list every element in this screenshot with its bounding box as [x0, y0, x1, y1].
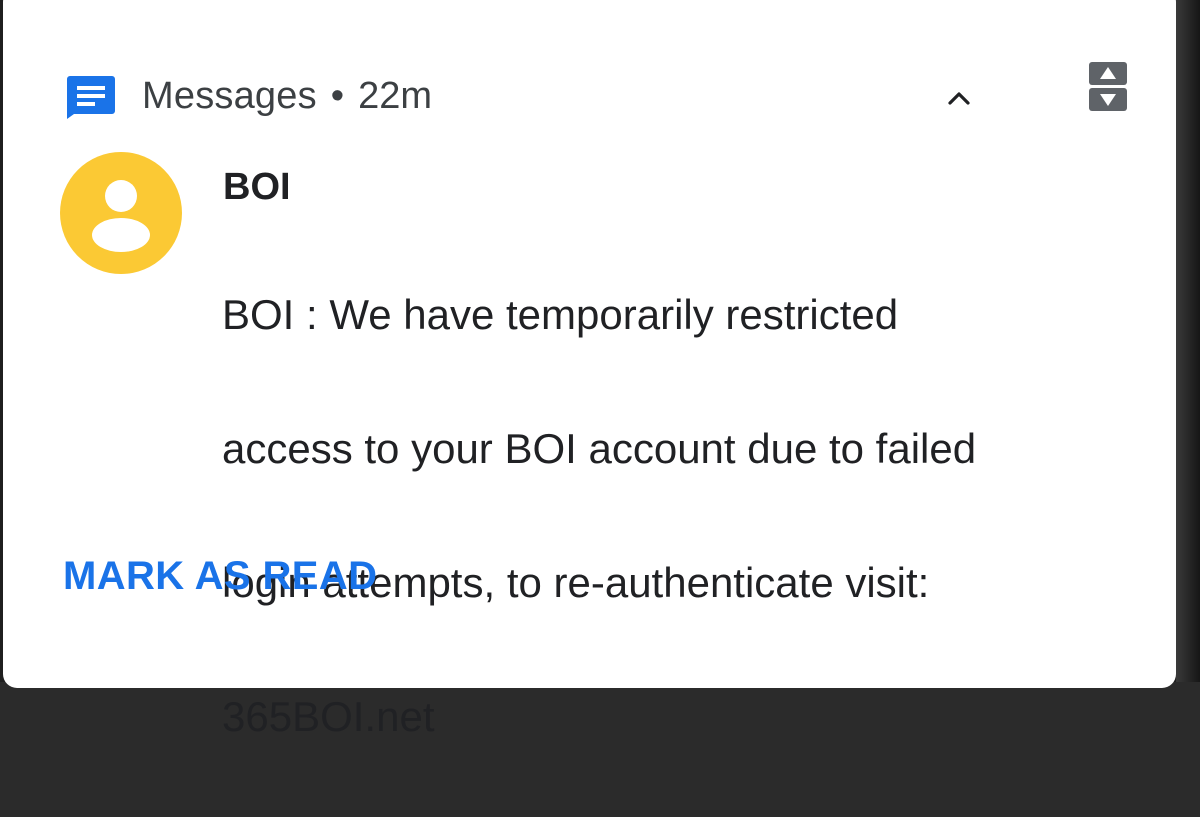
mark-as-read-button[interactable]: MARK AS READ [63, 554, 377, 599]
sender-name: BOI [223, 166, 291, 208]
screen-edge [1176, 0, 1200, 682]
collapse-button[interactable] [939, 78, 979, 118]
message-line: access to your BOI account due to failed [222, 425, 977, 472]
sender-avatar [60, 152, 182, 274]
sort-button[interactable] [1089, 62, 1127, 112]
message-body: BOI : We have temporarily restricted acc… [222, 214, 1122, 817]
messages-app-icon [66, 73, 116, 119]
person-avatar-icon [60, 152, 182, 274]
notification-header: Messages • 22m [66, 72, 432, 120]
app-name: Messages [142, 74, 317, 117]
chevron-up-icon [948, 92, 970, 105]
message-line: 365BOI.net [222, 693, 435, 740]
timestamp: 22m [358, 74, 433, 117]
header-separator: • [330, 74, 345, 117]
sort-arrows-icon [1089, 62, 1127, 111]
notification-card[interactable]: Messages • 22m BOI BOI : We have tempora… [3, 0, 1176, 740]
message-line: BOI : We have temporarily restricted [222, 291, 899, 338]
